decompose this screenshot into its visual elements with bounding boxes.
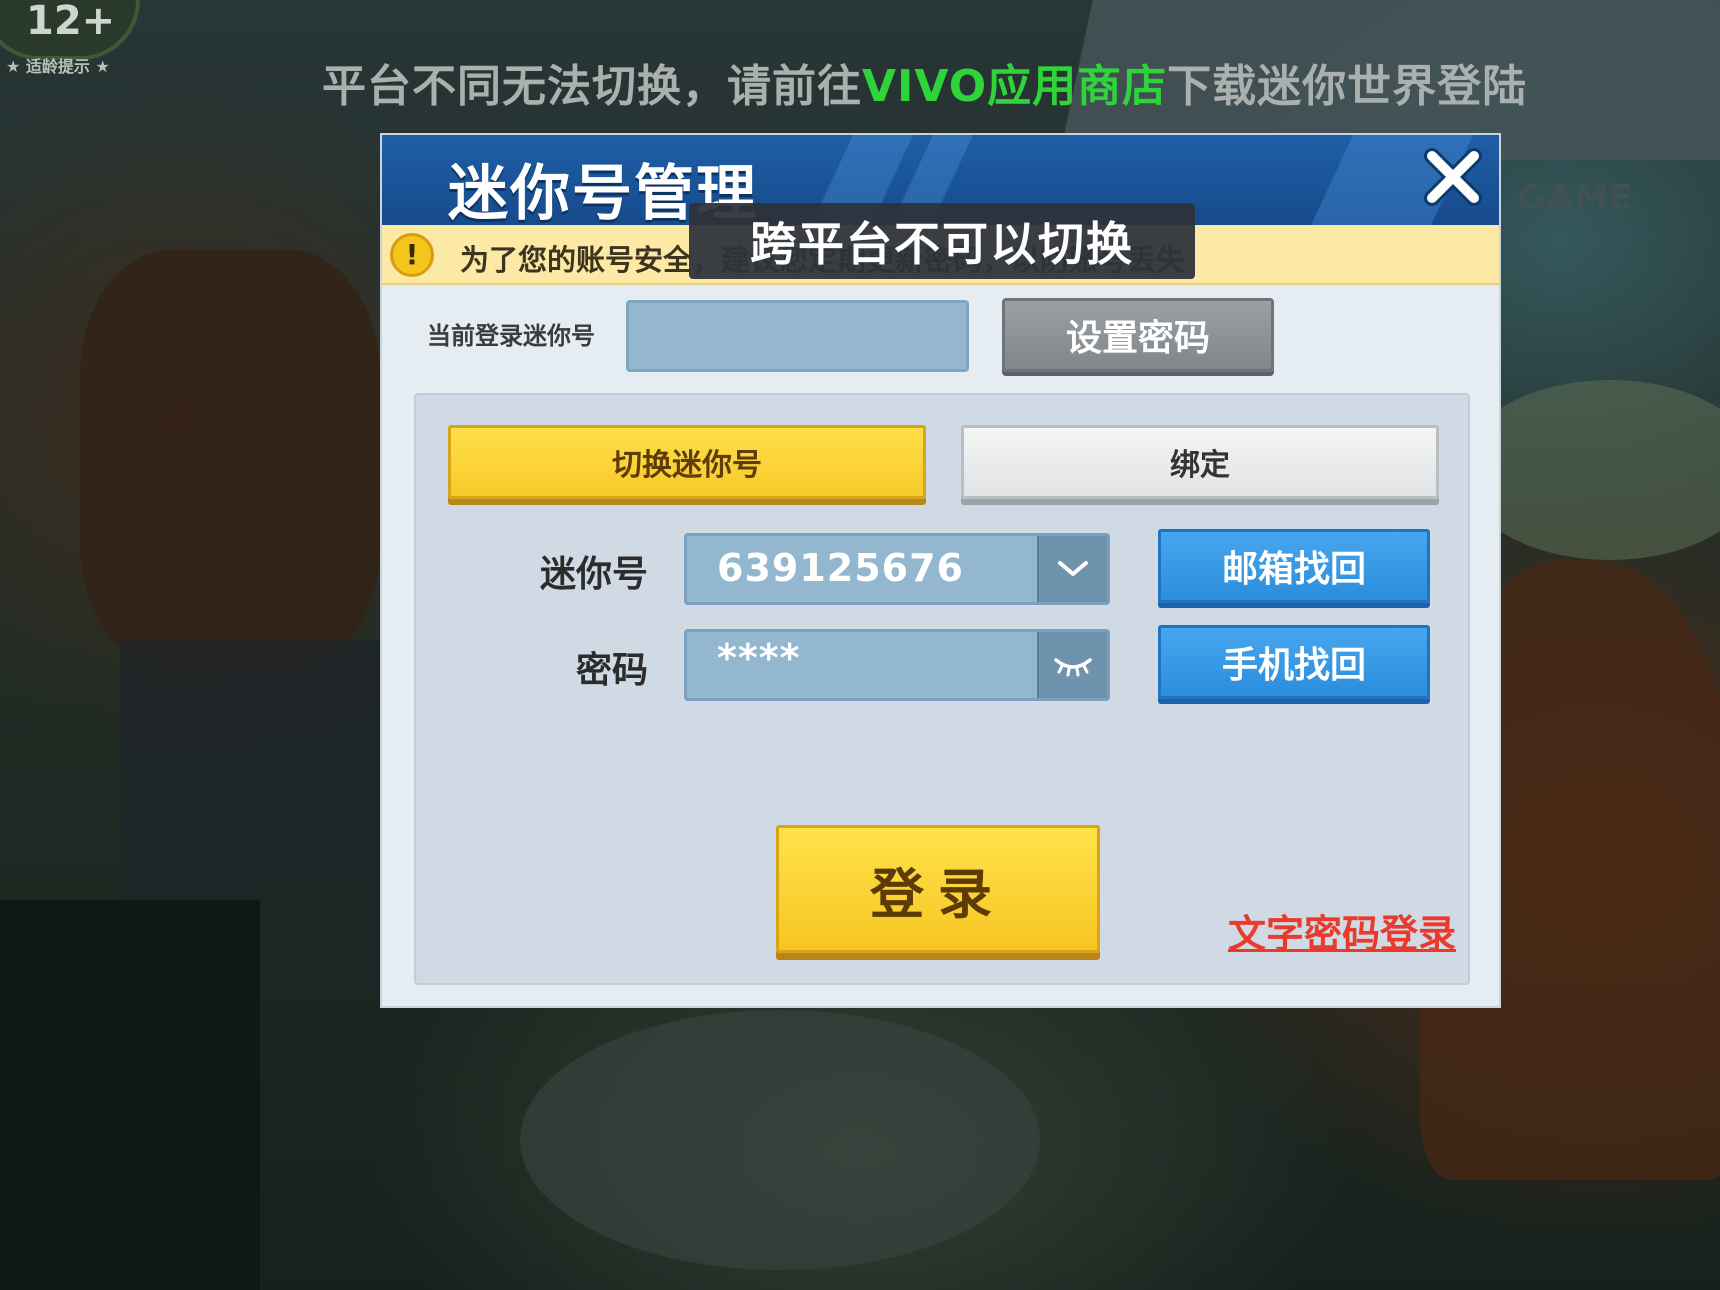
close-button[interactable]: [1416, 141, 1490, 213]
account-management-dialog: 迷你号管理 ! 为了您的账号安全，建议您定期更新密码，以防账号丢失 跨平台不可以…: [380, 133, 1501, 1008]
notice-highlight: VIVO应用商店: [862, 61, 1168, 112]
close-icon: [1424, 148, 1482, 206]
account-switch-panel: 切换迷你号 绑定 迷你号 639125676 邮箱找回 密码 **** 手机找回…: [414, 393, 1470, 985]
recover-by-email-button[interactable]: 邮箱找回: [1158, 529, 1430, 603]
cross-platform-toast: 跨平台不可以切换: [689, 203, 1195, 279]
password-field[interactable]: ****: [684, 629, 1110, 701]
account-dropdown-button[interactable]: [1037, 536, 1107, 602]
tab-switch-account[interactable]: 切换迷你号: [448, 425, 926, 499]
recover-by-phone-button[interactable]: 手机找回: [1158, 625, 1430, 699]
text-password-login-link[interactable]: 文字密码登录: [1228, 903, 1456, 958]
warning-icon: !: [390, 233, 434, 277]
eye-closed-icon: [1054, 658, 1092, 677]
notice-text-1: 平台不同无法切换，请前往: [322, 61, 862, 112]
mini-id-field[interactable]: 639125676: [684, 533, 1110, 605]
mini-id-label: 迷你号: [539, 554, 648, 595]
toggle-password-visibility[interactable]: [1037, 632, 1107, 698]
mini-id-value: 639125676: [717, 546, 964, 590]
password-label: 密码: [575, 650, 648, 691]
login-button[interactable]: 登录: [776, 825, 1100, 953]
chevron-down-icon: [1058, 561, 1088, 576]
password-value: ****: [717, 636, 801, 680]
current-account-label: 当前登录迷你号: [427, 322, 595, 350]
tab-bind[interactable]: 绑定: [961, 425, 1439, 499]
current-account-field: [626, 300, 969, 372]
toast-text: 跨平台不可以切换: [750, 217, 1134, 271]
platform-notice: 平台不同无法切换，请前往VIVO应用商店下载迷你世界登陆: [322, 50, 1582, 116]
age-rating-number: 12+: [26, 0, 116, 44]
set-password-button[interactable]: 设置密码: [1002, 298, 1274, 372]
age-rating-tip: ★ 适龄提示 ★: [6, 57, 110, 76]
notice-text-2: 下载迷你世界登陆: [1167, 61, 1528, 112]
